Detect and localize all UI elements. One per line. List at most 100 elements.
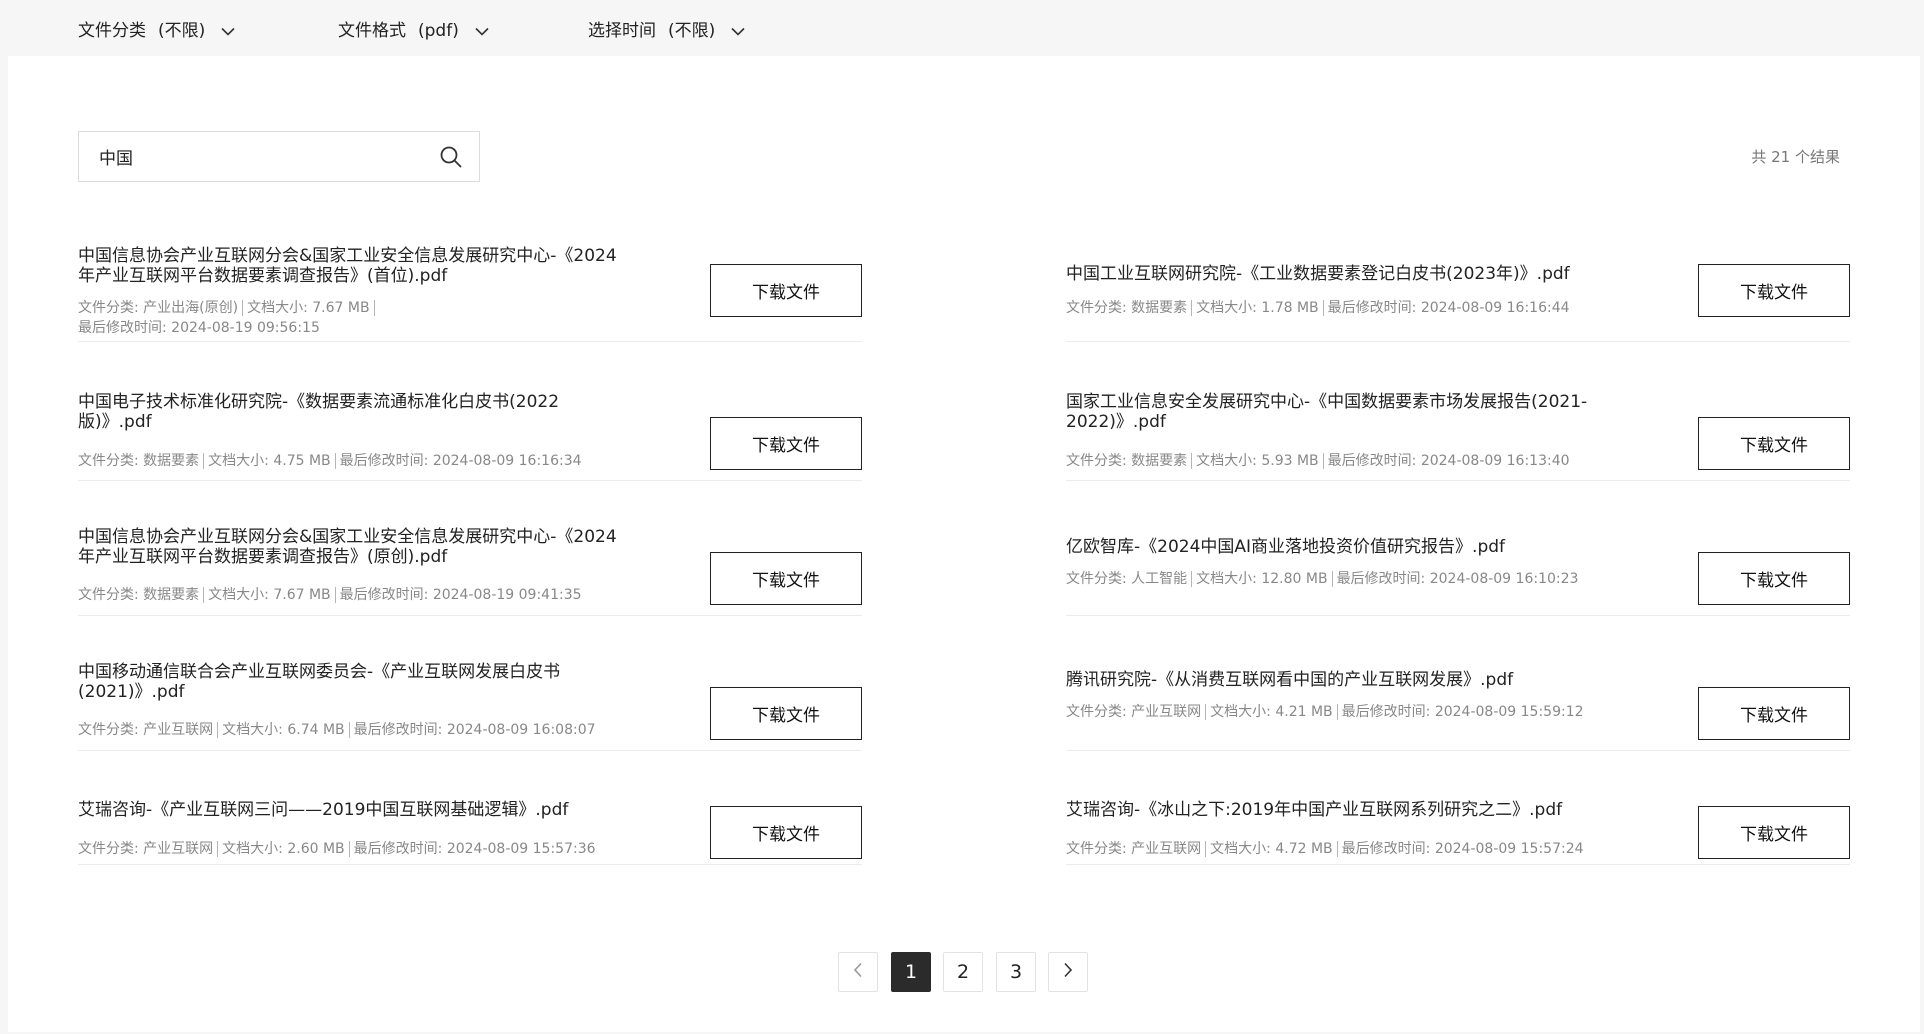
file-category: 文件分类: 产业互联网 [78,722,214,738]
filter-category-value: (不限) [158,21,206,41]
meta-divider [348,722,350,738]
file-category: 文件分类: 产业出海(原创) [78,300,239,316]
file-size: 文档大小: 1.78 MB [1196,300,1319,316]
meta-divider [217,722,219,738]
meta-divider [1191,571,1193,587]
file-modified: 最后修改时间: 2024-08-09 15:57:36 [353,841,596,857]
meta-divider [334,453,336,469]
results-panel: 共 21 个结果 中国信息协会产业互联网分会&国家工业安全信息发展研究中心-《2… [8,56,1920,1032]
meta-divider [242,300,244,316]
file-modified: 最后修改时间: 2024-08-09 16:08:07 [353,722,596,738]
file-category: 文件分类: 产业互联网 [1066,704,1202,720]
file-meta: 文件分类: 数据要素 文档大小: 7.67 MB 最后修改时间: 2024-08-1… [78,585,678,605]
file-meta: 文件分类: 数据要素 文档大小: 4.75 MB 最后修改时间: 2024-08-0… [78,451,678,471]
file-modified: 最后修改时间: 2024-08-09 16:16:44 [1327,300,1570,316]
filter-time-label: 选择时间 [588,21,656,41]
file-meta: 文件分类: 人工智能 文档大小: 12.80 MB 最后修改时间: 2024-08-… [1066,569,1666,589]
filter-category[interactable]: 文件分类 (不限) [78,19,239,43]
meta-divider [1205,704,1207,720]
list-item: 艾瑞咨询-《产业互联网三问——2019中国互联网基础逻辑》.pdf 文件分类: … [78,800,862,865]
page-button-3[interactable]: 3 [996,952,1036,992]
file-size: 文档大小: 4.75 MB [208,453,331,469]
filter-format-label: 文件格式 [338,21,406,41]
file-category: 文件分类: 数据要素 [1066,453,1188,469]
file-size: 文档大小: 4.21 MB [1210,704,1333,720]
file-modified: 最后修改时间: 2024-08-09 15:59:12 [1341,704,1584,720]
filter-format-value: (pdf) [418,21,459,41]
file-size: 文档大小: 7.67 MB [208,587,331,603]
file-title[interactable]: 亿欧智库-《2024中国AI商业落地投资价值研究报告》.pdf [1066,537,1626,557]
file-size: 文档大小: 12.80 MB [1196,571,1328,587]
file-title[interactable]: 艾瑞咨询-《冰山之下:2019年中国产业互联网系列研究之二》.pdf [1066,800,1626,820]
file-category: 文件分类: 人工智能 [1066,571,1188,587]
file-title[interactable]: 中国工业互联网研究院-《工业数据要素登记白皮书(2023年)》.pdf [1066,264,1626,284]
file-size: 文档大小: 4.72 MB [1210,841,1333,857]
download-button[interactable]: 下载文件 [1698,806,1850,859]
pagination: 1 2 3 [8,952,1920,992]
meta-divider [1336,841,1338,857]
list-item: 国家工业信息安全发展研究中心-《中国数据要素市场发展报告(2021-2022)》… [1066,392,1850,481]
file-title[interactable]: 中国电子技术标准化研究院-《数据要素流通标准化白皮书(2022版)》.pdf [78,392,618,432]
filter-time[interactable]: 选择时间 (不限) [588,19,749,43]
list-item: 中国工业互联网研究院-《工业数据要素登记白皮书(2023年)》.pdf 文件分类… [1066,242,1850,342]
chevron-down-icon [217,20,239,42]
file-category: 文件分类: 产业互联网 [1066,841,1202,857]
meta-divider [1336,704,1338,720]
meta-divider [1331,571,1333,587]
file-meta: 文件分类: 产业互联网 文档大小: 6.74 MB 最后修改时间: 2024-08-… [78,720,678,740]
file-title[interactable]: 中国信息协会产业互联网分会&国家工业安全信息发展研究中心-《2024年产业互联网… [78,527,618,567]
next-page-button[interactable] [1048,952,1088,992]
filter-format[interactable]: 文件格式 (pdf) [338,19,493,43]
meta-divider [1191,300,1193,316]
file-category: 文件分类: 产业互联网 [78,841,214,857]
search-input[interactable] [79,132,419,181]
chevron-right-icon [1063,961,1073,983]
file-title[interactable]: 艾瑞咨询-《产业互联网三问——2019中国互联网基础逻辑》.pdf [78,800,638,820]
meta-divider [334,587,336,603]
list-item: 中国信息协会产业互联网分会&国家工业安全信息发展研究中心-《2024年产业互联网… [78,527,862,616]
file-size: 文档大小: 7.67 MB [247,300,370,316]
search-icon[interactable] [439,145,463,169]
file-modified: 最后修改时间: 2024-08-09 16:16:34 [339,453,582,469]
download-button[interactable]: 下载文件 [1698,417,1850,470]
file-modified: 最后修改时间: 2024-08-09 16:10:23 [1336,571,1579,587]
list-item: 亿欧智库-《2024中国AI商业落地投资价值研究报告》.pdf 文件分类: 人工… [1066,527,1850,616]
file-title[interactable]: 国家工业信息安全发展研究中心-《中国数据要素市场发展报告(2021-2022)》… [1066,392,1606,432]
search-box [78,131,480,182]
file-meta: 文件分类: 产业互联网 文档大小: 2.60 MB 最后修改时间: 2024-08-… [78,839,678,859]
result-count: 共 21 个结果 [1751,148,1840,166]
list-item: 中国移动通信联合会产业互联网委员会-《产业互联网发展白皮书(2021)》.pdf… [78,662,862,751]
meta-divider [1322,453,1324,469]
file-meta: 文件分类: 产业互联网 文档大小: 4.72 MB 最后修改时间: 2024-08-… [1066,839,1666,859]
file-meta: 文件分类: 产业出海(原创) 文档大小: 7.67 MB 最后修改时间: 2024… [78,298,418,338]
prev-page-button[interactable] [838,952,878,992]
list-item: 艾瑞咨询-《冰山之下:2019年中国产业互联网系列研究之二》.pdf 文件分类:… [1066,800,1850,865]
file-meta: 文件分类: 产业互联网 文档大小: 4.21 MB 最后修改时间: 2024-08-… [1066,702,1666,722]
page-button-1[interactable]: 1 [891,952,931,992]
filter-time-value: (不限) [668,21,716,41]
list-item: 中国电子技术标准化研究院-《数据要素流通标准化白皮书(2022版)》.pdf 文… [78,392,862,481]
file-category: 文件分类: 数据要素 [78,587,200,603]
page-button-2[interactable]: 2 [943,952,983,992]
list-item: 腾讯研究院-《从消费互联网看中国的产业互联网发展》.pdf 文件分类: 产业互联… [1066,662,1850,751]
file-meta: 文件分类: 数据要素 文档大小: 1.78 MB 最后修改时间: 2024-08-0… [1066,298,1666,318]
download-button[interactable]: 下载文件 [710,687,862,740]
file-title[interactable]: 腾讯研究院-《从消费互联网看中国的产业互联网发展》.pdf [1066,670,1626,690]
download-button[interactable]: 下载文件 [710,264,862,317]
download-button[interactable]: 下载文件 [710,417,862,470]
download-button[interactable]: 下载文件 [1698,687,1850,740]
download-button[interactable]: 下载文件 [1698,552,1850,605]
meta-divider [373,300,375,316]
download-button[interactable]: 下载文件 [1698,264,1850,317]
download-button[interactable]: 下载文件 [710,552,862,605]
chevron-left-icon [853,961,863,983]
filter-bar: 文件分类 (不限) 文件格式 (pdf) 选择时间 (不限) [0,0,1924,56]
file-title[interactable]: 中国移动通信联合会产业互联网委员会-《产业互联网发展白皮书(2021)》.pdf [78,662,618,702]
file-size: 文档大小: 6.74 MB [222,722,345,738]
meta-divider [203,453,205,469]
file-size: 文档大小: 2.60 MB [222,841,345,857]
download-button[interactable]: 下载文件 [710,806,862,859]
file-title[interactable]: 中国信息协会产业互联网分会&国家工业安全信息发展研究中心-《2024年产业互联网… [78,246,618,286]
chevron-down-icon [471,20,493,42]
file-size: 文档大小: 5.93 MB [1196,453,1319,469]
